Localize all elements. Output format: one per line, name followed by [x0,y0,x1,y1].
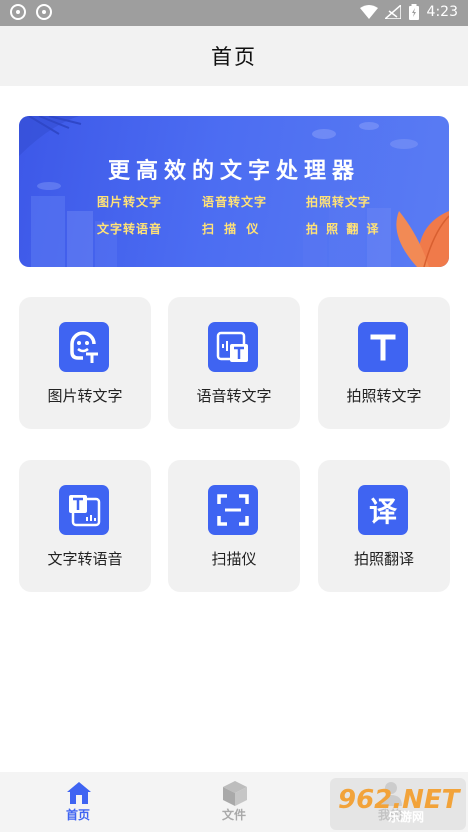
sync-icon [10,4,26,20]
status-time: 4:23 [426,4,458,20]
sync-icon [36,4,52,20]
status-right: 4:23 [359,4,458,20]
nav-item-home[interactable]: 首页 [28,772,128,832]
header: 首页 [0,26,468,86]
banner-headline: 更高效的文字处理器 [107,158,360,184]
image-to-text-icon [59,322,109,372]
translate-icon: 译 [358,485,408,535]
tool-label: 拍照转文字 [346,387,422,405]
tool-label: 文字转语音 [47,550,123,568]
nav-label: 首页 [65,808,90,822]
nav-label: 文件 [221,808,246,822]
signal-icon [384,5,401,19]
nav-item-files[interactable]: 文件 [184,772,284,832]
banner-feature: 语音转文字 [202,195,268,209]
text-t-icon [358,322,408,372]
box-icon [223,781,247,806]
watermark-subtext: 乐游网 [388,810,425,824]
tool-photo-translate[interactable]: 译 拍照翻译 [318,460,450,592]
home-icon [67,782,91,804]
battery-icon [408,4,419,20]
status-left-icons [10,4,52,20]
banner-feature: 拍 照 翻 译 [306,222,381,236]
tool-label: 拍照翻译 [353,550,414,568]
scanner-icon [208,485,258,535]
wifi-icon [359,5,378,19]
promo-banner[interactable]: 更高效的文字处理器 图片转文字 语音转文字 拍照转文字 文字转语音 扫 描 仪 … [19,116,449,267]
tool-photo-to-text[interactable]: 拍照转文字 [318,297,450,429]
tool-text-to-voice[interactable]: 文字转语音 [19,460,151,592]
page-title: 首页 [211,45,257,69]
banner-decoration [19,116,449,267]
tool-image-to-text[interactable]: 图片转文字 [19,297,151,429]
voice-to-text-icon [208,322,258,372]
banner-feature: 扫 描 仪 [202,222,262,236]
banner-feature: 文字转语音 [97,222,163,236]
tool-voice-to-text[interactable]: 语音转文字 [168,297,300,429]
tool-label: 语音转文字 [196,387,272,405]
status-bar: 4:23 [0,0,468,26]
tool-scanner[interactable]: 扫描仪 [168,460,300,592]
banner-feature: 拍照转文字 [306,195,372,209]
tool-label: 扫描仪 [211,550,257,568]
tool-label: 图片转文字 [47,387,123,405]
banner-feature: 图片转文字 [97,195,163,209]
text-to-voice-icon [59,485,109,535]
